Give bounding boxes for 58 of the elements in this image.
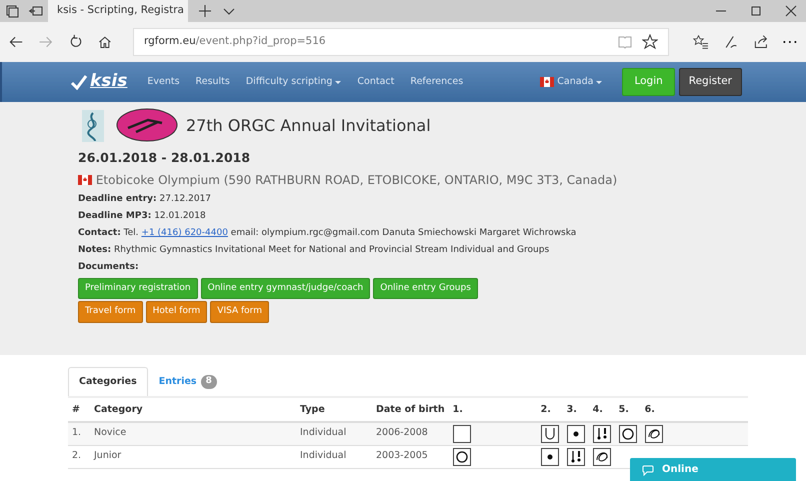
- detail-text: Deadline entry: 27.12.2017: [78, 192, 212, 206]
- freehand-apparatus-icon: [452, 424, 471, 442]
- browser-tab[interactable]: ksis - Scripting, Registra: [48, 0, 188, 22]
- event-title: 27th ORGC Annual Invitational: [186, 116, 431, 136]
- nav-link[interactable]: Results: [188, 74, 238, 90]
- register-button[interactable]: Register: [678, 68, 742, 96]
- country-dropdown[interactable]: Canada: [532, 74, 610, 90]
- ribbon-apparatus-icon: [644, 424, 663, 442]
- clubs-apparatus-icon: [592, 424, 611, 442]
- document-button[interactable]: VISA form: [210, 301, 269, 323]
- clubs-apparatus-icon: [566, 448, 585, 466]
- chat-widget[interactable]: Online: [630, 458, 796, 481]
- table-cell: 1.: [68, 422, 90, 445]
- new-tab-icon[interactable]: [196, 2, 214, 20]
- star-icon[interactable]: [642, 34, 658, 50]
- tab[interactable]: Categories: [68, 367, 148, 396]
- tab-title: ksis - Scripting, Registra: [57, 3, 184, 18]
- table-cell: Individual: [296, 445, 372, 468]
- nav-link[interactable]: Contact: [349, 74, 402, 90]
- flag-icon: [78, 175, 92, 186]
- address-bar[interactable]: rgform.eu/event.php?id_prop=516: [133, 28, 669, 56]
- detail-text: Contact: Tel. +1 (416) 620-4400 email: olympium.rgc@gmail.com Danuta Smiechowski Margaret Wichrowska: [78, 226, 578, 240]
- nav-link[interactable]: Events: [139, 74, 188, 90]
- table-cell: Novice: [90, 422, 296, 445]
- table-cell: Individual: [296, 422, 372, 445]
- nav-link[interactable]: References: [402, 74, 472, 90]
- brand-logo[interactable]: ksis: [70, 69, 128, 95]
- table-cell: 2003-2005: [372, 445, 449, 468]
- document-button[interactable]: Preliminary registration: [78, 278, 198, 300]
- documents-label: Documents:: [78, 260, 140, 274]
- table-cell: 2.: [68, 445, 90, 468]
- tab[interactable]: Entries 8: [148, 367, 228, 396]
- nav-link[interactable]: Difficulty scripting: [238, 74, 350, 90]
- login-button[interactable]: Login: [622, 68, 675, 96]
- document-button[interactable]: Hotel form: [146, 301, 208, 323]
- table-cell: 2006-2008: [372, 422, 449, 445]
- rope-apparatus-icon: [540, 424, 559, 442]
- detail-text: Notes: Rhythmic Gymnastics Invitational Meet for National and Provincial Stream Individual and Groups: [78, 244, 550, 257]
- url-text: rgform.eu/event.php?id_prop=516: [144, 34, 326, 50]
- caret-icon: [596, 80, 602, 84]
- event-dates: 26.01.2018 - 28.01.2018: [78, 149, 252, 167]
- hoop-apparatus-icon: [452, 448, 471, 466]
- ball-apparatus-icon: [566, 424, 585, 442]
- venue-text: Etobicoke Olympium (590 RATHBURN ROAD, ETOBICOKE, ONTARIO, M9C 3T3, Canada): [78, 170, 806, 189]
- document-button[interactable]: Online entry Groups: [373, 278, 478, 300]
- phone-link[interactable]: +1 (416) 620-4400: [141, 228, 228, 238]
- document-button[interactable]: Travel form: [78, 301, 143, 323]
- ribbon-apparatus-icon: [592, 448, 611, 466]
- detail-text: Deadline MP3: 12.01.2018: [78, 210, 207, 223]
- count-badge: 8: [200, 375, 217, 389]
- hoop-apparatus-icon: [618, 424, 637, 442]
- document-button[interactable]: Online entry gymnast/judge/coach: [200, 278, 370, 300]
- federation-logo-icon: [116, 108, 178, 144]
- chat-label: Online: [662, 463, 698, 477]
- flag-icon: [540, 77, 554, 87]
- speech-bubble-icon: [642, 464, 654, 476]
- ball-apparatus-icon: [540, 448, 559, 466]
- table-cell: Junior: [90, 445, 296, 468]
